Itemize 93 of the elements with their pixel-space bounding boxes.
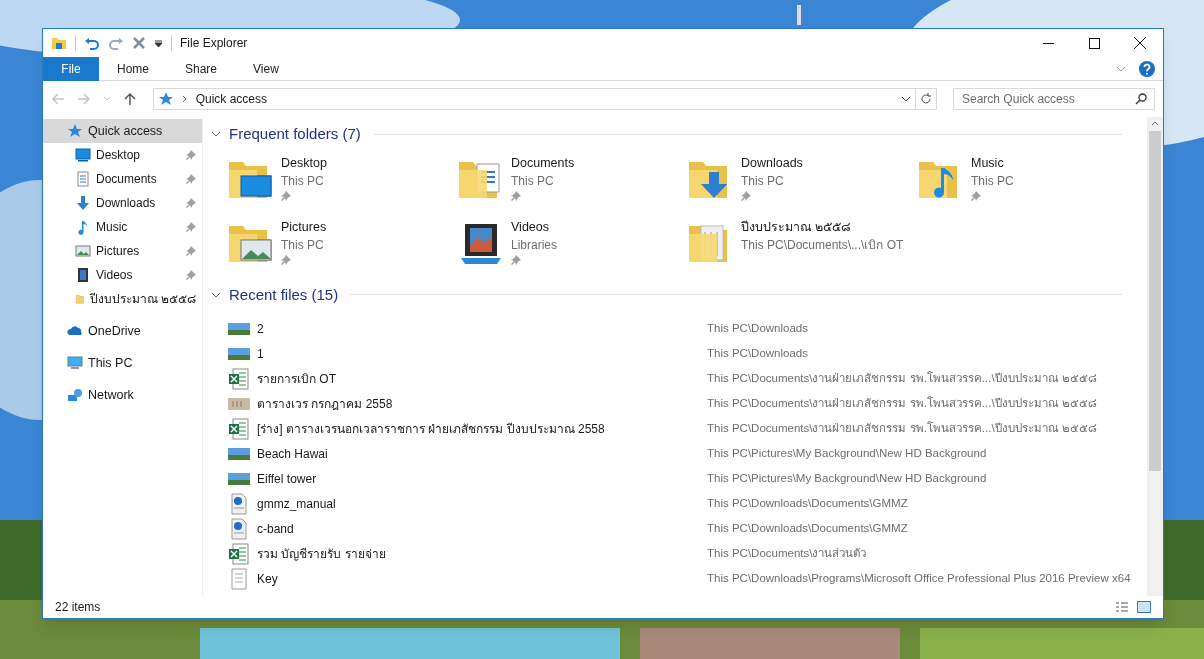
file-path: This PC\Downloads\Documents\GMMZ [707, 520, 908, 536]
folder-icon[interactable] [51, 35, 67, 51]
recent-file-row[interactable]: รวม บัญชีรายรับ รายจ่าย This PC\Documents\งานส่วนตัว [221, 541, 1147, 566]
pdf-icon [228, 492, 250, 515]
up-arrow-icon[interactable] [122, 92, 137, 106]
spreadsheet-icon [228, 542, 250, 565]
file-path: This PC\Pictures\My Background\New HD Background [707, 445, 987, 461]
file-path: This PC\Documents\งานส่วนตัว [707, 545, 867, 561]
section-heading[interactable]: Recent files (15) [229, 283, 339, 306]
details-view-icon[interactable] [1115, 601, 1129, 613]
file-path: This PC\Documents\งานฝ่ายเภสัชกรรม รพ.โพนสวรรค...\ปีงบประมาณ ๒๕๕๘ [707, 370, 1097, 386]
file-path: This PC\Downloads [707, 345, 808, 361]
folder-tile[interactable]: Music This PC [917, 153, 1147, 210]
ribbon-tab[interactable]: View [235, 56, 297, 81]
recent-file-row[interactable]: Beach Hawai This PC\Pictures\My Background\New HD Background [221, 441, 1147, 466]
folder-tile[interactable]: Downloads This PC [687, 153, 917, 210]
item-count: 22 items [55, 599, 101, 616]
dropdown-icon[interactable] [154, 38, 163, 48]
window-title: File Explorer [180, 35, 248, 52]
recent-file-row[interactable]: 2 This PC\Downloads [221, 316, 1147, 341]
file-path: This PC\Downloads [707, 320, 808, 336]
ribbon-tab[interactable]: Home [99, 56, 167, 81]
file-name: 1 [257, 345, 265, 363]
file-name: Key [257, 570, 279, 588]
nav-item[interactable]: Documents [43, 167, 202, 191]
picture-icon [75, 243, 91, 259]
nav-item[interactable]: ปีงบประมาณ ๒๕๕๘ [43, 287, 202, 311]
file-name: รายการเบิก OT [257, 370, 337, 388]
recent-file-row[interactable]: c-band This PC\Downloads\Documents\GMMZ [221, 516, 1147, 541]
file-name: gmmz_manual [257, 495, 337, 513]
file-path: This PC\Downloads\Documents\GMMZ [707, 495, 908, 511]
folder-tile[interactable]: Videos Libraries [457, 217, 687, 274]
document-icon [75, 171, 91, 187]
nav-item[interactable]: Desktop [43, 143, 202, 167]
star-icon [67, 123, 83, 139]
nav-item[interactable]: Music [43, 215, 202, 239]
file-name: [ร่าง] ตารางเวรนอกเวลาราชการ ฝ่ายเภสัชกรรม ปีงบประมาณ 2558 [257, 420, 606, 438]
recent-file-row[interactable]: 1 This PC\Downloads [221, 341, 1147, 366]
computer-icon [67, 355, 83, 371]
nav-item[interactable]: Videos [43, 263, 202, 287]
star-icon [157, 91, 174, 107]
scrollbar[interactable] [1147, 117, 1163, 596]
nav-item[interactable]: Pictures [43, 239, 202, 263]
chevron-down-icon[interactable] [901, 94, 911, 104]
file-path: This PC\Documents\งานฝ่ายเภสัชกรรม รพ.โพนสวรรค...\ปีงบประมาณ ๒๕๕๘ [707, 395, 1097, 411]
nav-item[interactable]: OneDrive [43, 319, 202, 343]
network-icon [67, 387, 83, 403]
spreadsheet-icon [228, 417, 250, 440]
delete-icon[interactable] [132, 36, 146, 50]
recent-file-row[interactable]: Eiffel tower This PC\Pictures\My Background\New HD Background [221, 466, 1147, 491]
chevron-right-icon[interactable] [181, 95, 188, 103]
file-name: รวม บัญชีรายรับ รายจ่าย [257, 545, 387, 563]
nav-item[interactable]: Downloads [43, 191, 202, 215]
file-path: This PC\Pictures\My Background\New HD Background [707, 470, 987, 486]
file-name: c-band [257, 520, 295, 538]
pdf-icon [228, 517, 250, 540]
recent-file-row[interactable]: รายการเบิก OT This PC\Documents\งานฝ่ายเภสัชกรรม รพ.โพนสวรรค...\ปีงบประมาณ ๒๕๕๘ [221, 366, 1147, 391]
section-heading[interactable]: Frequent folders (7) [229, 123, 361, 146]
maximize-icon [1088, 37, 1100, 49]
file-name: Eiffel tower [257, 470, 318, 488]
search-field[interactable]: Search Quick access [953, 88, 1155, 110]
film-icon [75, 267, 91, 283]
monitor-icon [75, 147, 91, 163]
spreadsheet-icon [228, 367, 250, 390]
address-path[interactable]: Quick access [195, 90, 267, 108]
nav-item[interactable]: Quick access [43, 119, 202, 143]
ribbon-tab[interactable]: File [43, 56, 99, 81]
recent-file-row[interactable]: [ร่าง] ตารางเวรนอกเวลาราชการ ฝ่ายเภสัชกรรม ปีงบประมาณ 2558 This PC\Documents\งานฝ่ายเภสัชกรรม รพ.โพนสวรรค...\ปีงบประมาณ ๒๕๕๘ [221, 416, 1147, 441]
refresh-icon[interactable] [920, 93, 932, 105]
file-path: This PC\Downloads\Programs\Microsoft Office Professional Plus 2016 Preview x64 [707, 570, 1131, 586]
recent-file-row[interactable]: ตารางเวร กรกฎาคม 2558 This PC\Documents\งานฝ่ายเภสัชกรรม รพ.โพนสวรรค...\ปีงบประมาณ ๒๕๕๘ [221, 391, 1147, 416]
close-icon [1134, 37, 1146, 49]
recent-file-row[interactable]: Key This PC\Downloads\Programs\Microsoft Office Professional Plus 2016 Preview x64 [221, 566, 1147, 591]
file-name: 2 [257, 320, 265, 338]
address-bar[interactable]: Quick access [152, 88, 937, 110]
nav-item[interactable]: Network [43, 383, 202, 407]
folder-tile[interactable]: ปีงบประมาณ ๒๕๕๘ This PC\Documents\...\เบิก OT [687, 217, 917, 274]
down-arrow-icon [75, 195, 91, 211]
folder-tile[interactable]: Desktop This PC [227, 153, 457, 210]
file-name: ตารางเวร กรกฎาคม 2558 [257, 395, 394, 413]
ribbon-tab[interactable]: Share [167, 56, 236, 81]
tiles-view-icon[interactable] [1137, 601, 1151, 613]
folder-tile[interactable]: Pictures This PC [227, 217, 457, 274]
text-file-icon [228, 567, 250, 590]
file-name: Beach Hawai [257, 445, 329, 463]
search-icon[interactable] [1135, 93, 1147, 105]
file-path: This PC\Documents\งานฝ่ายเภสัชกรรม รพ.โพนสวรรค...\ปีงบประมาณ ๒๕๕๘ [707, 420, 1097, 436]
nav-item[interactable]: This PC [43, 351, 202, 375]
folder-tile[interactable]: Documents This PC [457, 153, 687, 210]
help-icon[interactable] [1139, 60, 1155, 77]
redo-icon[interactable] [108, 35, 124, 51]
undo-icon[interactable] [84, 35, 100, 51]
recent-file-row[interactable]: gmmz_manual This PC\Downloads\Documents\GMMZ [221, 491, 1147, 516]
